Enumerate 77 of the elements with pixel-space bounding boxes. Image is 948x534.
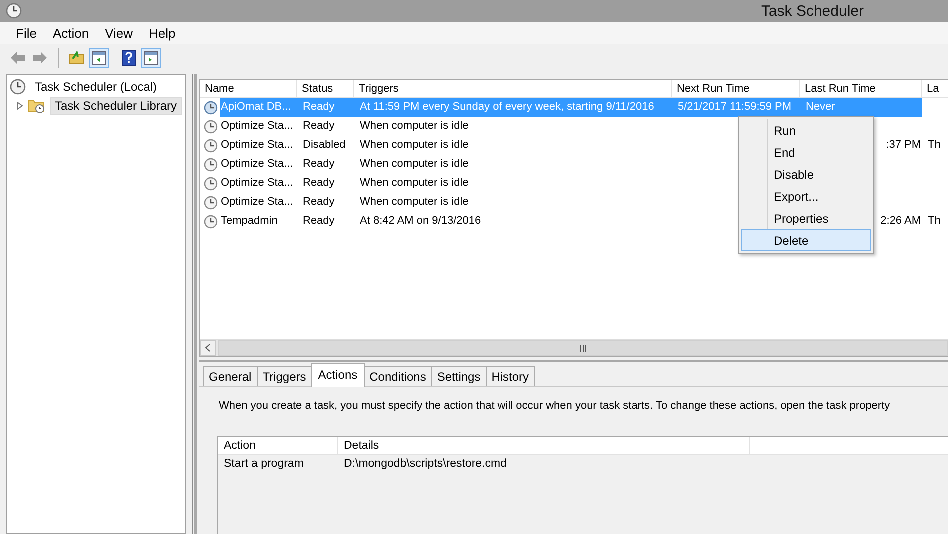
table-cell-text: Th xyxy=(927,138,942,153)
table-cell-text: When computer is idle xyxy=(359,138,470,153)
table-cell: 2:26 AM xyxy=(880,215,921,227)
toolbar-button[interactable] xyxy=(141,48,161,68)
tree-item[interactable]: Task Scheduler (Local) xyxy=(30,78,162,96)
scroll-left-icon xyxy=(205,344,211,352)
task-clock-icon xyxy=(204,176,218,190)
task-name[interactable]: Optimize Sta... xyxy=(220,174,297,193)
task-name[interactable]: Optimize Sta... xyxy=(220,155,297,174)
table-cell-text: When computer is idle xyxy=(359,176,470,191)
column-header[interactable]: Name xyxy=(200,80,297,98)
menu-item[interactable]: File xyxy=(8,26,45,40)
help-icon xyxy=(122,50,136,66)
menu-item[interactable]: Action xyxy=(44,26,98,40)
task-clock-icon xyxy=(204,120,218,134)
toolbar-button[interactable] xyxy=(89,48,109,68)
task-name[interactable]: Tempadmin xyxy=(220,212,297,231)
clock-icon xyxy=(10,78,26,94)
column-header[interactable]: Last Run Time xyxy=(800,80,922,98)
table-cell: Ready xyxy=(297,98,354,117)
table-cell-text: Th xyxy=(927,214,942,229)
column-header[interactable]: Next Run Time xyxy=(672,80,800,98)
context-menu-item[interactable]: Properties xyxy=(741,207,871,229)
table-cell-text: Ready xyxy=(302,157,336,172)
toolbar-button[interactable] xyxy=(119,48,139,68)
context-menu-item[interactable]: End xyxy=(741,141,871,163)
menu-item[interactable]: View xyxy=(97,26,142,40)
table-cell-text: D:\mongodb\scripts\restore.cmd xyxy=(343,456,508,472)
column-header[interactable]: Action xyxy=(218,436,338,455)
task-name[interactable]: Optimize Sta... xyxy=(220,136,297,155)
pane-icon xyxy=(92,51,106,65)
menu-item[interactable]: Help xyxy=(141,26,184,40)
tab[interactable]: General xyxy=(203,366,258,386)
table-cell-text: Ready xyxy=(302,195,336,210)
tree-item[interactable]: Task Scheduler Library xyxy=(50,96,182,114)
task-clock-icon xyxy=(204,196,218,210)
table-cell-text: Ready xyxy=(302,119,336,134)
task-clock-icon xyxy=(204,138,218,152)
table-cell: 5/21/2017 11:59:59 PM xyxy=(672,98,800,117)
context-menu-item[interactable]: Run xyxy=(741,119,871,141)
folder-up-icon xyxy=(69,51,85,65)
grip-icon xyxy=(580,344,586,352)
tab[interactable]: History xyxy=(486,366,536,386)
context-menu-item[interactable]: Delete xyxy=(741,229,871,251)
task-name[interactable]: Optimize Sta... xyxy=(220,117,297,136)
back-arrow-icon xyxy=(10,51,26,65)
column-header[interactable]: Triggers xyxy=(354,80,672,98)
window-title: Task Scheduler xyxy=(761,2,864,20)
context-menu-item[interactable]: Disable xyxy=(741,163,871,185)
task-clock-icon xyxy=(204,100,218,114)
tab[interactable]: Settings xyxy=(431,366,487,386)
table-cell-text: Disabled xyxy=(302,138,347,153)
table-cell: Never xyxy=(806,101,836,113)
column-header[interactable]: Status xyxy=(297,80,354,98)
table-cell-text: Ready xyxy=(302,214,336,229)
table-cell-text: When computer is idle xyxy=(359,119,470,134)
tab[interactable]: Actions xyxy=(311,362,365,387)
app-clock-icon xyxy=(6,3,22,19)
table-cell-text: When computer is idle xyxy=(359,195,470,210)
table-cell-text: Ready xyxy=(302,176,336,191)
collapsed-arrow-icon[interactable] xyxy=(17,102,23,110)
tab[interactable]: Triggers xyxy=(256,366,312,386)
table-cell: At 11:59 PM every Sunday of every week, starting 9/11/2016 xyxy=(354,98,672,117)
task-clock-icon xyxy=(204,158,218,172)
folder-clock-icon xyxy=(28,98,46,114)
table-cell-text: At 8:42 AM on 9/13/2016 xyxy=(359,214,482,229)
table-cell-text: When computer is idle xyxy=(359,157,470,172)
description-text: When you create a task, you must specify the action that will occur when your task starts. To change these actions, open the task property xyxy=(219,400,892,412)
task-name[interactable]: Optimize Sta... xyxy=(220,193,297,212)
forward-arrow-icon xyxy=(32,51,48,65)
scrollbar-thumb[interactable] xyxy=(218,340,948,356)
table-cell-text: Start a program xyxy=(223,456,305,472)
context-menu-item[interactable]: Export... xyxy=(741,185,871,207)
table-cell: :37 PM xyxy=(886,139,921,151)
task-clock-icon xyxy=(204,214,218,228)
column-header[interactable]: Details xyxy=(338,436,750,455)
pane-icon xyxy=(144,51,158,65)
